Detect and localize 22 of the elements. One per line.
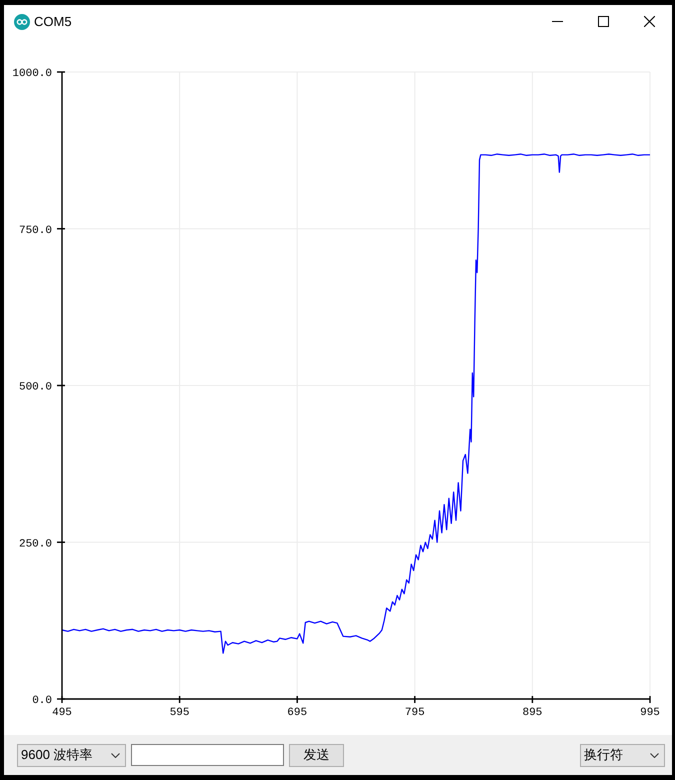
caret-icon [650,752,659,758]
maximize-icon [598,16,608,27]
window-title: COM5 [34,14,72,29]
x-tick-label: 695 [287,707,308,719]
caret-icon [111,752,120,758]
x-tick-label: 895 [522,707,542,719]
baud-rate-dropdown[interactable]: 9600 波特率 [17,744,126,766]
minimize-icon [552,21,562,22]
close-icon [644,16,654,27]
logo-icon [14,14,30,30]
y-tick-label: 500.0 [18,382,52,394]
line-ending-dropdown[interactable]: 换行符 [580,744,665,766]
x-tick-label: 595 [170,707,190,719]
x-tick-label: 795 [404,707,425,719]
y-tick-label: 1000.0 [12,68,52,80]
y-tick-label: 750.0 [18,224,52,237]
y-tick-label: 0.0 [32,695,52,707]
send-button[interactable]: 发送 [289,744,344,766]
message-input[interactable] [131,744,284,766]
x-tick-label: 495 [52,707,72,719]
y-tick-label: 250.0 [18,538,52,550]
x-tick-label: 995 [640,707,660,719]
